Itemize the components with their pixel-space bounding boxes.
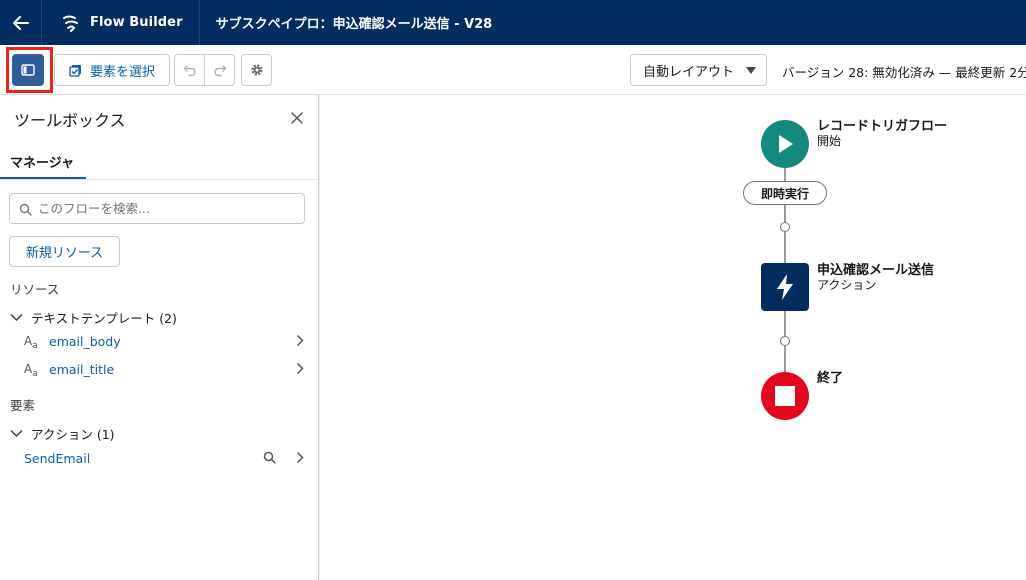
chevron-down-icon [10,429,23,437]
tab-manager[interactable]: マネージャ [0,145,86,180]
connector-line [784,311,786,336]
chevron-right-icon [296,362,304,375]
tab-divider [0,179,318,180]
flow-builder-logo-icon [63,15,78,32]
app-header: Flow Builder サブスクペイプロ：申込確認メール送信 - V28 [0,0,1026,45]
play-icon [779,135,793,153]
toolbox-title: ツールボックス [14,111,126,130]
chevron-down-icon [10,313,23,321]
flow-title: サブスクペイプロ：申込確認メール送信 - V28 [215,17,493,32]
add-element-dot[interactable] [780,336,790,346]
arrow-left-icon [12,15,29,30]
action-label: SendEmail [24,450,91,466]
redo-icon [213,65,226,77]
list-item[interactable]: Aa email_body [24,329,308,353]
end-node-title: 終了 [817,371,844,386]
run-immediately-pill[interactable]: 即時実行 [743,181,827,205]
gear-icon [250,64,263,76]
app-name: Flow Builder [90,15,183,30]
builder-toolbar: 要素を選択 自動レイアウト バージョン 28: 無効化済み — 最終更新 2分 [0,45,1026,95]
undo-icon [183,65,196,77]
text-template-icon: Aa [24,362,38,379]
action-node-subtitle: アクション [817,278,877,292]
text-template-label: email_body [49,333,121,349]
flow-search-input[interactable] [38,201,298,216]
end-node[interactable] [761,372,809,420]
search-icon [19,203,32,216]
redo-button[interactable] [204,54,235,86]
toolbox-panel: ツールボックス マネージャ 新規リソース リソース テキストテンプレート (2)… [0,95,319,580]
resources-section-label: リソース [10,282,60,297]
actions-group[interactable]: アクション (1) [10,422,310,444]
panel-left-icon [21,64,35,76]
lightning-icon [777,274,793,300]
search-icon[interactable] [263,451,276,464]
text-template-icon: Aa [24,334,38,351]
connector-line [784,168,786,182]
brand: Flow Builder [42,0,200,45]
select-elements-label: 要素を選択 [89,64,155,80]
list-item[interactable]: SendEmail [24,446,308,470]
chevron-right-icon [296,334,304,347]
settings-button[interactable] [241,54,272,86]
select-elements-button[interactable]: 要素を選択 [54,54,170,86]
text-templates-group[interactable]: テキストテンプレート (2) [10,306,310,328]
multi-select-icon [69,64,81,77]
add-element-dot[interactable] [780,222,790,232]
connector-line [784,204,786,222]
connector-line [784,232,786,263]
flow-search [9,193,305,224]
close-icon[interactable] [290,111,304,125]
start-node-subtitle: 開始 [817,134,842,148]
back-button[interactable] [0,0,42,45]
action-node[interactable] [761,263,809,311]
elements-section-label: 要素 [10,398,36,413]
layout-mode-select[interactable]: 自動レイアウト [630,54,767,86]
caret-down-icon [746,67,756,74]
undo-button[interactable] [174,54,205,86]
connector-line [784,346,786,372]
toggle-toolbox-button[interactable] [12,54,44,86]
flow-canvas[interactable] [320,95,1026,580]
actions-group-label: アクション (1) [31,426,115,442]
version-status: バージョン 28: 無効化済み — 最終更新 2分 [782,65,1026,80]
new-resource-button[interactable]: 新規リソース [9,236,120,267]
chevron-right-icon [296,451,304,464]
layout-mode-value: 自動レイアウト [643,64,735,80]
start-node[interactable] [761,120,809,168]
stop-icon [775,386,795,406]
list-item[interactable]: Aa email_title [24,357,308,381]
text-templates-group-label: テキストテンプレート (2) [31,310,177,326]
text-template-label: email_title [49,361,115,377]
